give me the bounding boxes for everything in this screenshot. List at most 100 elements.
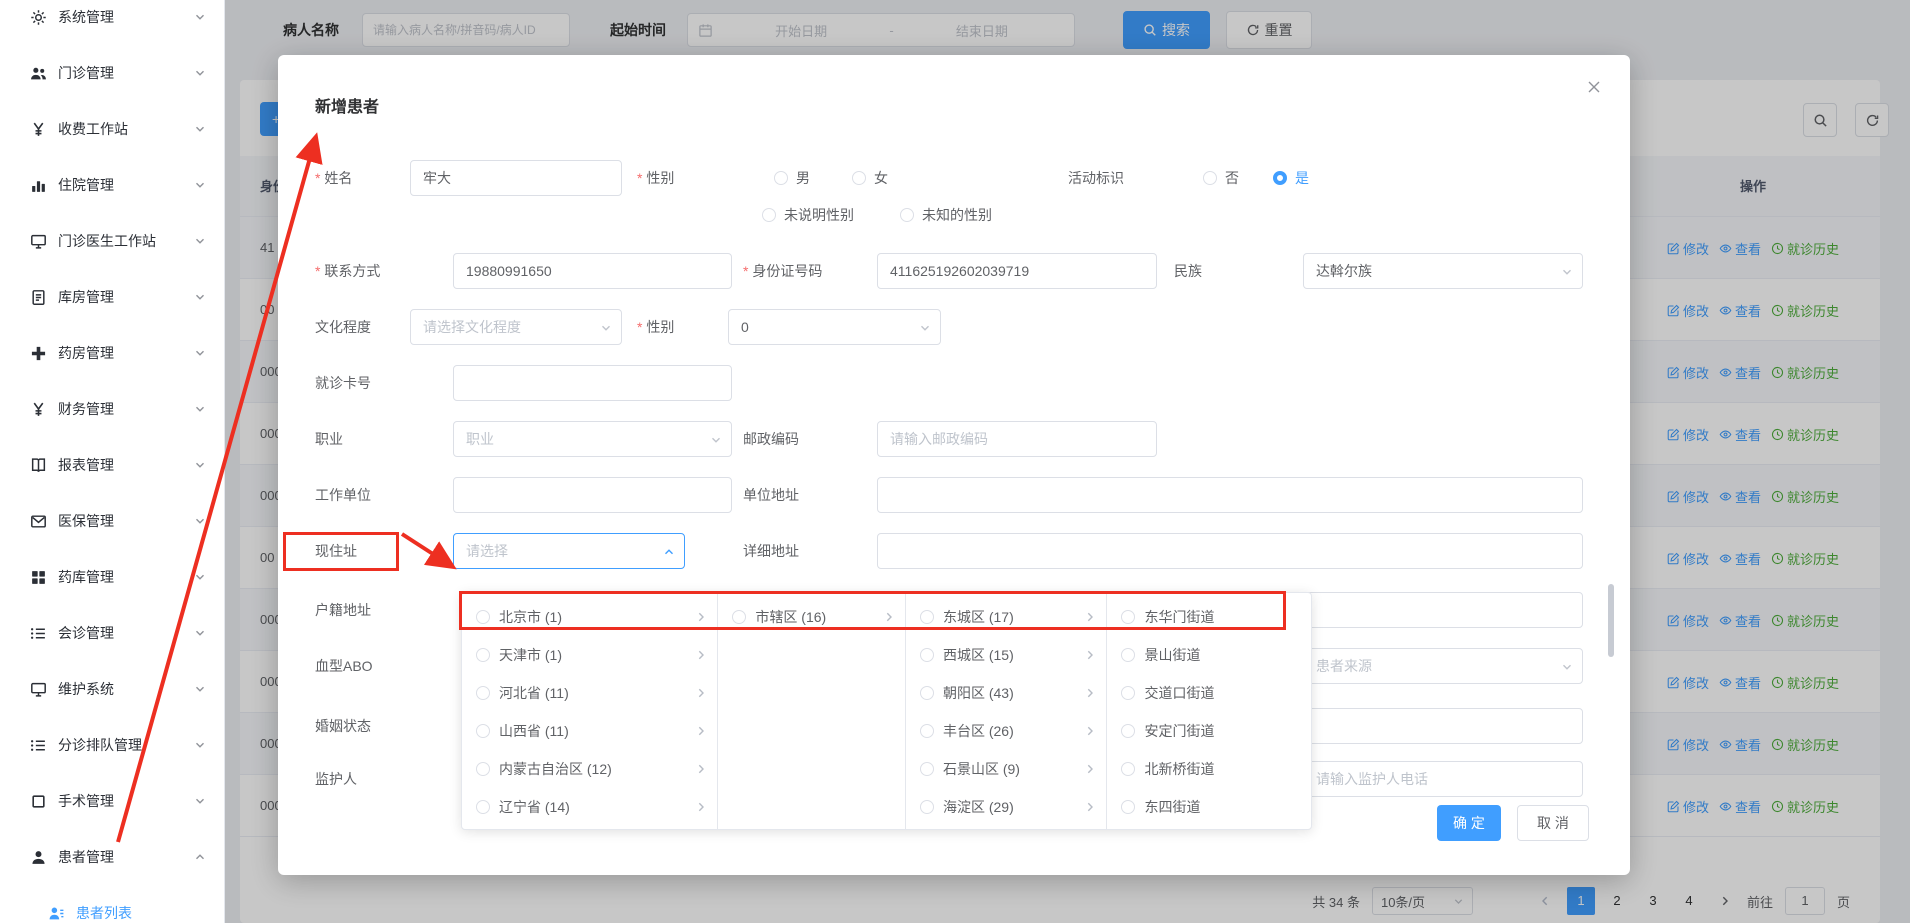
- list-icon: [30, 625, 47, 642]
- gender-code-select[interactable]: 0: [728, 309, 941, 345]
- select-placeholder: 职业: [466, 431, 494, 447]
- chevron-right-icon: [883, 611, 895, 623]
- chevron-right-icon: [695, 725, 707, 737]
- cancel-button[interactable]: 取 消: [1517, 805, 1589, 841]
- sidebar-item-4[interactable]: 门诊医生工作站: [0, 213, 224, 269]
- sidebar-item-5[interactable]: 库房管理: [0, 269, 224, 325]
- name-input[interactable]: 牢大: [410, 160, 622, 196]
- radio-icon: [1121, 648, 1135, 662]
- gender-unknown-radio[interactable]: 未知的性别: [900, 197, 992, 233]
- radio-icon: [1121, 686, 1135, 700]
- cascader-column-4: 东华门街道景山街道交道口街道安定门街道北新桥街道东四街道: [1107, 593, 1311, 829]
- cascader-option[interactable]: 东华门街道: [1107, 598, 1311, 636]
- sidebar-item-1[interactable]: 门诊管理: [0, 45, 224, 101]
- sidebar-item-9[interactable]: 医保管理: [0, 493, 224, 549]
- unit-address-input[interactable]: [877, 477, 1583, 513]
- sidebar-item-0[interactable]: 系统管理: [0, 0, 224, 45]
- sidebar-item-15[interactable]: 患者管理: [0, 829, 224, 885]
- guardian-phone-input[interactable]: 请输入监护人电话: [1303, 761, 1583, 797]
- gender-code-label: 性别: [637, 309, 674, 345]
- monitor-icon: [30, 233, 47, 250]
- sidebar-item-label: 住院管理: [58, 175, 194, 195]
- chevron-right-icon: [695, 687, 707, 699]
- guardian-label: 监护人: [315, 761, 357, 797]
- gender-unspecified-radio[interactable]: 未说明性别: [762, 197, 854, 233]
- radio-icon: [920, 648, 934, 662]
- current-address-select[interactable]: 请选择: [453, 533, 685, 569]
- active-no-radio[interactable]: 否: [1203, 160, 1239, 196]
- gender-label: 性别: [637, 160, 674, 196]
- cascader-option[interactable]: 景山街道: [1107, 636, 1311, 674]
- education-select[interactable]: 请选择文化程度: [410, 309, 622, 345]
- cascader-option[interactable]: 安定门街道: [1107, 712, 1311, 750]
- patient-source-select[interactable]: 患者来源: [1303, 648, 1583, 684]
- contact-input[interactable]: 19880991650: [453, 253, 732, 289]
- sidebar-item-14[interactable]: 手术管理: [0, 773, 224, 829]
- sidebar-item-11[interactable]: 会诊管理: [0, 605, 224, 661]
- radio-icon: [476, 724, 490, 738]
- sidebar-item-8[interactable]: 报表管理: [0, 437, 224, 493]
- cascader-option-label: 海淀区 (29): [943, 797, 1085, 817]
- id-number-input[interactable]: 411625192602039719: [877, 253, 1157, 289]
- chevron-down-icon: [194, 179, 206, 191]
- cascader-option[interactable]: 东城区 (17): [906, 598, 1107, 636]
- chevron-right-icon: [695, 649, 707, 661]
- cascader-option[interactable]: 辽宁省 (14): [462, 788, 717, 826]
- detail-address-label: 详细地址: [743, 533, 799, 569]
- cascader-option[interactable]: 西城区 (15): [906, 636, 1107, 674]
- occupation-select[interactable]: 职业: [453, 421, 732, 457]
- cascader-option[interactable]: 东四街道: [1107, 788, 1311, 826]
- cascader-option[interactable]: 北新桥街道: [1107, 750, 1311, 788]
- work-unit-input[interactable]: [453, 477, 732, 513]
- radio-icon: [762, 208, 776, 222]
- sidebar-item-13[interactable]: 分诊排队管理: [0, 717, 224, 773]
- radio-icon: [476, 686, 490, 700]
- cascader-option[interactable]: 交道口街道: [1107, 674, 1311, 712]
- cascader-option[interactable]: 市辖区 (16): [718, 598, 905, 636]
- cascader-option[interactable]: 天津市 (1): [462, 636, 717, 674]
- radio-icon: [774, 171, 788, 185]
- sidebar-item-label: 库房管理: [58, 287, 194, 307]
- detail-address-input[interactable]: [877, 533, 1583, 569]
- cascader-option-label: 河北省 (11): [499, 683, 695, 703]
- mail-icon: [30, 513, 47, 530]
- active-yes-radio[interactable]: 是: [1273, 160, 1309, 196]
- cascader-option-label: 北新桥街道: [1144, 759, 1301, 779]
- radio-icon: [920, 686, 934, 700]
- sidebar-item-2[interactable]: 收费工作站: [0, 101, 224, 157]
- sidebar-item-10[interactable]: 药库管理: [0, 549, 224, 605]
- radio-label: 未说明性别: [784, 205, 854, 225]
- cascader-option[interactable]: 丰台区 (26): [906, 712, 1107, 750]
- chevron-down-icon: [194, 347, 206, 359]
- sidebar-item-12[interactable]: 维护系统: [0, 661, 224, 717]
- cascader-option[interactable]: 内蒙古自治区 (12): [462, 750, 717, 788]
- cascader-option[interactable]: 朝阳区 (43): [906, 674, 1107, 712]
- postal-code-input[interactable]: 请输入邮政编码: [877, 421, 1157, 457]
- cascader-option[interactable]: 北京市 (1): [462, 598, 717, 636]
- cascader-column-2: 市辖区 (16): [718, 593, 906, 829]
- unit-address-label: 单位地址: [743, 477, 799, 513]
- ethnicity-select[interactable]: 达斡尔族: [1303, 253, 1583, 289]
- sidebar-item-6[interactable]: 药房管理: [0, 325, 224, 381]
- sidebar-item-label: 门诊管理: [58, 63, 194, 83]
- confirm-button[interactable]: 确 定: [1437, 805, 1501, 841]
- sidebar-subitem-patient-list[interactable]: 患者列表: [0, 885, 224, 923]
- radio-label: 否: [1225, 168, 1239, 188]
- radio-icon: [1121, 610, 1135, 624]
- cascader-option[interactable]: 山西省 (11): [462, 712, 717, 750]
- cascader-option[interactable]: 海淀区 (29): [906, 788, 1107, 826]
- modal-scrollbar[interactable]: [1608, 584, 1614, 657]
- cascader-option[interactable]: 河北省 (11): [462, 674, 717, 712]
- sidebar-item-3[interactable]: 住院管理: [0, 157, 224, 213]
- yen-icon: [30, 121, 47, 138]
- chevron-down-icon: [194, 739, 206, 751]
- sidebar-item-7[interactable]: 财务管理: [0, 381, 224, 437]
- gender-male-radio[interactable]: 男: [774, 160, 810, 196]
- visit-card-input[interactable]: [453, 365, 732, 401]
- select-placeholder: 患者来源: [1316, 658, 1372, 674]
- close-icon[interactable]: [1586, 79, 1602, 95]
- cascader-option[interactable]: 石景山区 (9): [906, 750, 1107, 788]
- gender-female-radio[interactable]: 女: [852, 160, 888, 196]
- select-placeholder: 请选择: [466, 543, 508, 559]
- chevron-down-icon: [194, 683, 206, 695]
